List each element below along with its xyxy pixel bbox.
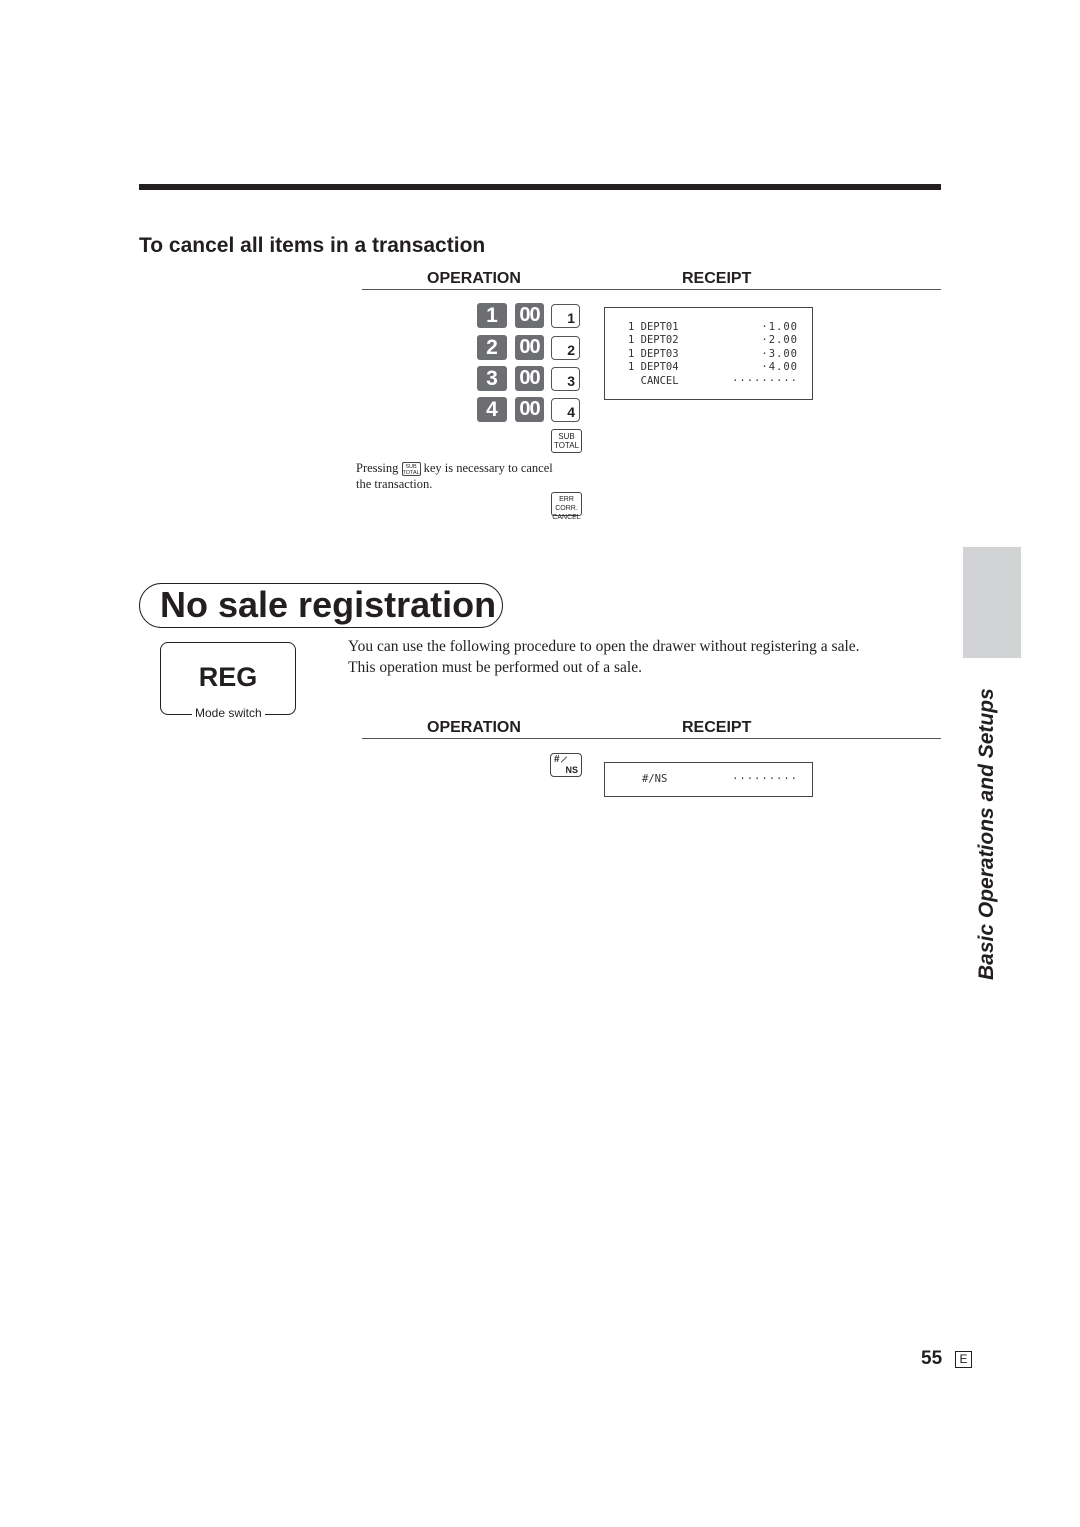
receipt-line: CANCEL ········· [628,375,798,387]
numeric-key[interactable]: 4 [477,397,507,422]
section-heading: To cancel all items in a transaction [139,234,486,257]
top-rule [139,184,941,190]
page-title: No sale registration [160,584,497,625]
no-sale-key[interactable]: # NS [550,753,582,777]
department-key-label: 4 [567,404,575,420]
subtotal-key-line2: TOTAL [553,441,580,450]
cancel-key-line1: ERR CORR. [555,496,578,512]
double-zero-key[interactable]: 00 [515,303,544,328]
column-header-rule [362,738,941,739]
subtotal-key[interactable]: SUB TOTAL [551,429,582,453]
department-key[interactable]: 1 [551,304,580,328]
column-header-rule [362,289,941,290]
numeric-key[interactable]: 1 [477,303,507,328]
double-zero-key[interactable]: 00 [515,397,544,422]
note-text: Pressing [356,461,399,475]
inline-subtotal-key: SUB TOTAL [401,462,421,476]
department-key[interactable]: 4 [551,398,580,422]
error-correct-cancel-key[interactable]: ERR CORR. CANCEL [551,492,582,521]
chapter-label: Basic Operations and Setups [975,688,998,980]
numeric-key[interactable]: 2 [477,335,507,360]
page-number: 55 [921,1348,943,1369]
department-key-label: 3 [567,373,575,389]
department-key-label: 2 [567,342,575,358]
description-line: You can use the following procedure to o… [348,638,860,655]
description: You can use the following procedure to o… [348,636,860,678]
double-zero-key[interactable]: 00 [515,366,544,391]
no-sale-key-ns: NS [565,765,578,775]
department-key[interactable]: 2 [551,336,580,360]
numeric-key[interactable]: 3 [477,366,507,391]
operation-header: OPERATION [427,270,521,287]
subtotal-key-line1: SUB [558,432,575,441]
department-key-label: 1 [567,310,575,326]
department-key[interactable]: 3 [551,367,580,391]
no-sale-key-hash: # [554,754,560,765]
note-text: the transaction. [356,477,433,491]
receipt-no-sale: #/NS ········· [604,762,813,797]
note-text: key is necessary to cancel [423,461,553,475]
subtotal-note: Pressing SUB TOTAL key is necessary to ca… [356,460,596,492]
no-sale-key-slash [560,756,568,763]
mode-switch-label: Mode switch [192,706,265,720]
receipt-line: 1 DEPT04·4.00 [628,361,798,373]
receipt-cancel: 1 DEPT01·1.00 1 DEPT02·2.00 1 DEPT03·3.0… [604,307,813,400]
receipt-line: 1 DEPT01·1.00 [628,321,798,333]
receipt-header: RECEIPT [682,270,752,287]
description-line: This operation must be performed out of … [348,659,642,676]
double-zero-key[interactable]: 00 [515,335,544,360]
language-badge: E [955,1351,972,1368]
cancel-key-line2: CANCEL [552,514,581,521]
operation-header: OPERATION [427,719,521,736]
receipt-header: RECEIPT [682,719,752,736]
chapter-tab [963,547,1021,658]
receipt-line: 1 DEPT02·2.00 [628,334,798,346]
receipt-line: 1 DEPT03·3.00 [628,348,798,360]
mode-switch-value: REG [198,662,258,692]
receipt-line: #/NS ········· [642,773,798,785]
